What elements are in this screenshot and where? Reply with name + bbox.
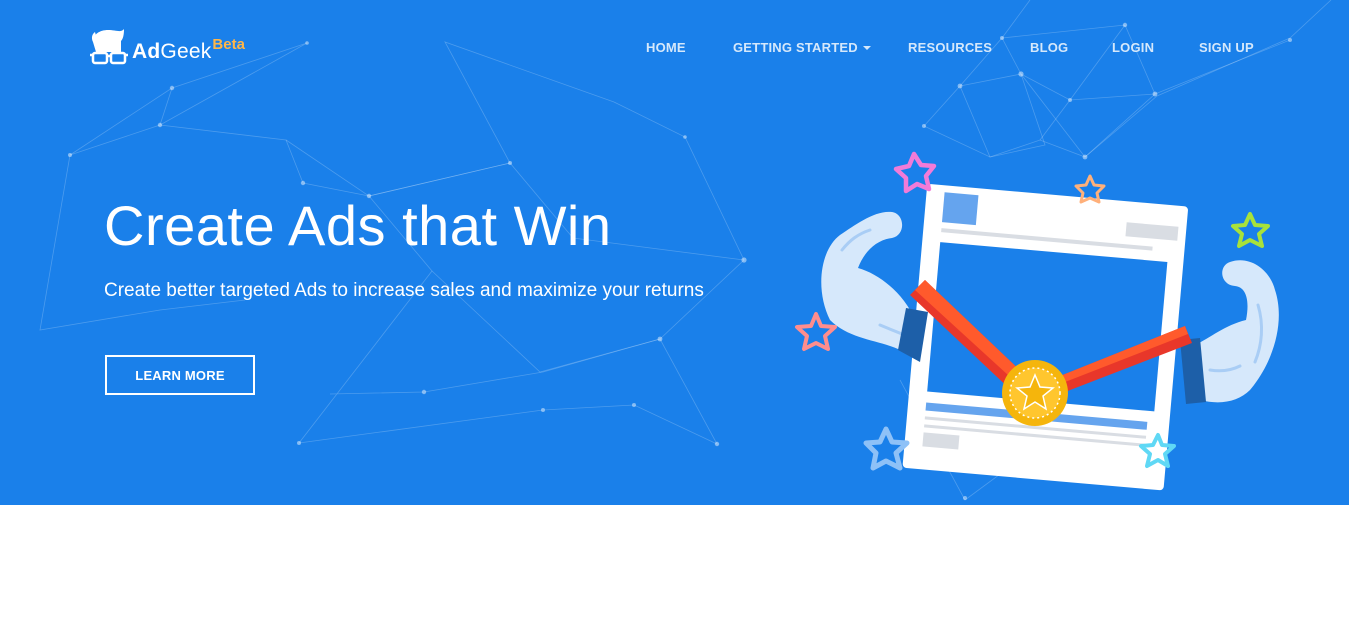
- brand-logo[interactable]: AdGeek Beta: [90, 28, 245, 66]
- nav-resources[interactable]: RESOURCES: [908, 40, 992, 55]
- nav-sign-up[interactable]: SIGN UP: [1199, 40, 1254, 55]
- nav-blog[interactable]: BLOG: [1030, 40, 1068, 55]
- winning-ad-medal-illustration: [795, 151, 1279, 491]
- beta-badge: Beta: [212, 36, 245, 53]
- nav-getting-started[interactable]: GETTING STARTED: [733, 40, 871, 55]
- hero-section: AdGeek Beta HOME GETTING STARTED RESOURC…: [0, 0, 1349, 505]
- brand-name: AdGeek: [132, 40, 212, 63]
- nerd-glasses-icon: [90, 29, 128, 65]
- hero-title: Create Ads that Win: [104, 194, 612, 257]
- caret-down-icon: [862, 46, 871, 50]
- nav-login[interactable]: LOGIN: [1112, 40, 1154, 55]
- hero-subtitle: Create better targeted Ads to increase s…: [104, 280, 704, 301]
- nav-home[interactable]: HOME: [646, 40, 686, 55]
- learn-more-button[interactable]: LEARN MORE: [105, 355, 255, 395]
